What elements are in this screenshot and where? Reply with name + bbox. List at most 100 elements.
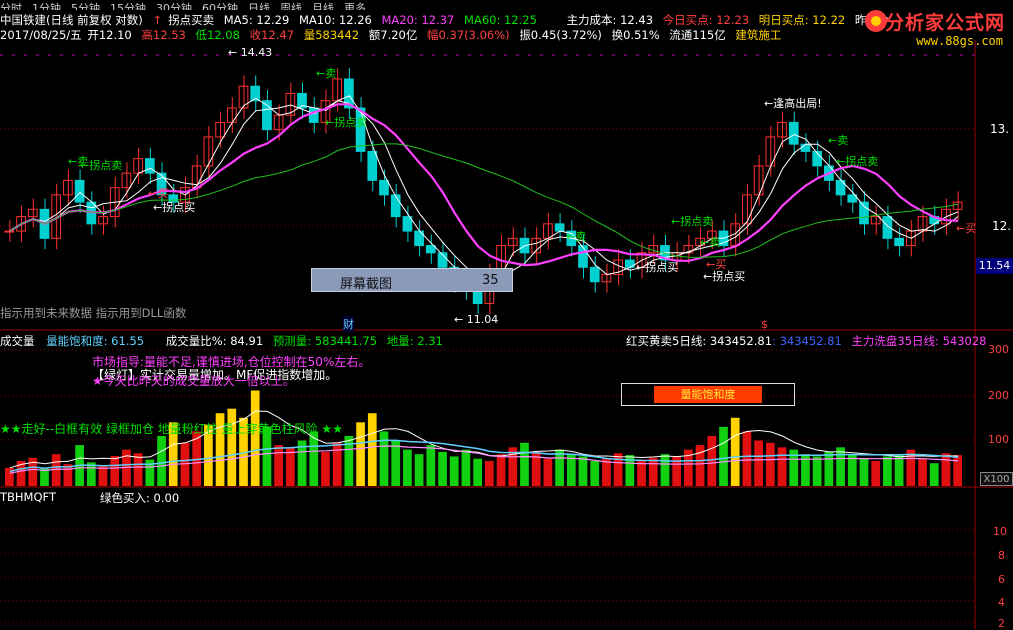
volume-bar-73 (859, 458, 869, 486)
sell-label-4: ←卖 (828, 134, 849, 147)
volume-ground: 地量: 2.31 (386, 334, 443, 348)
period-0[interactable]: 分时 (0, 2, 22, 10)
high-label: ← 14.43 (228, 46, 273, 59)
quote-float: 流通115亿 (669, 28, 726, 42)
volume-bar-71 (836, 447, 845, 486)
volume-bar-39 (461, 449, 471, 486)
volume-ratio: 成交量比%: 84.91 (165, 334, 264, 348)
volume-bar-66 (777, 447, 787, 486)
volume-bar-36 (426, 445, 436, 486)
period-5[interactable]: 60分钟 (202, 2, 238, 10)
candle-body-31 (367, 150, 378, 181)
screenshot-value: 35 (482, 273, 499, 288)
logo-icon (865, 10, 887, 32)
candle-body-6 (74, 179, 85, 203)
volume-bar-69 (812, 456, 822, 486)
volume-bar-79 (929, 463, 939, 486)
bottom-axis-2: 2 (998, 617, 1005, 630)
candle-body-50 (589, 266, 600, 283)
period-7[interactable]: 周线 (280, 2, 302, 10)
volume-bar-50 (590, 460, 600, 486)
period-6[interactable]: 日线 (248, 2, 270, 10)
volume-bar-51 (602, 458, 611, 486)
inflect-sell-4: ←拐点卖 (836, 155, 879, 168)
quote-amount: 额7.20亿 (368, 28, 418, 42)
candle-body-73 (859, 201, 869, 225)
sell-label-5: ←卖 (700, 236, 721, 249)
volume-bar-78 (918, 458, 927, 486)
candle-body-76 (894, 237, 904, 247)
bottom-axis-4: 4 (998, 596, 1005, 609)
ma20: MA20: 12.37 (381, 13, 455, 27)
main-cost: 主力成本: 12.43 (566, 13, 654, 27)
candle-body-0 (4, 230, 15, 233)
quote-change: 幅0.37(3.06%) (427, 28, 510, 42)
candle-body-32 (379, 179, 389, 196)
volume-bar-55 (648, 457, 658, 486)
period-3[interactable]: 15分钟 (110, 2, 146, 10)
quote-industry: 建筑施工 (735, 28, 782, 42)
volume-bar-30 (356, 422, 365, 486)
period-1[interactable]: 1分钟 (32, 2, 61, 10)
volume-bar-70 (824, 451, 834, 486)
screenshot-tag[interactable]: 屏幕截图 35 (311, 268, 513, 292)
inflect-buy-3: ←拐点买 (703, 270, 746, 283)
volume-bar-52 (613, 453, 623, 486)
volume-bar-80 (941, 453, 951, 486)
volume-bar-65 (765, 442, 775, 486)
volume-bar-34 (403, 449, 412, 486)
quote-volume: 量583442 (303, 28, 360, 42)
inflect-sell-1: ←拐点卖 (80, 159, 123, 172)
volume-bar-44 (520, 442, 529, 486)
tomorrow-buy: 明日买点: 12.22 (758, 13, 846, 27)
candle-body-26 (308, 107, 319, 123)
bottom-axis-10: 10 (993, 525, 1007, 538)
current-price-tag: 11.54 (976, 258, 1013, 274)
volume-bar-49 (578, 456, 588, 486)
saturation-warning: 量能饱和度 (654, 386, 762, 403)
quote-date: 2017/08/25/五 (0, 28, 82, 42)
ma60: MA60: 12.25 (464, 13, 537, 27)
volume-bar-42 (496, 454, 506, 486)
volume-saturation: 量能饱和度: 61.55 (46, 334, 145, 348)
today-buy: 今日买点: 12.23 (662, 13, 750, 27)
volume-bar-56 (660, 454, 670, 486)
period-2[interactable]: 5分钟 (71, 2, 100, 10)
sell-label-1: ←卖 (316, 67, 337, 80)
volume-bar-35 (414, 454, 424, 486)
quote-open: 开12.10 (87, 28, 132, 42)
vol-axis-200: 200 (988, 389, 1009, 402)
candle-body-68 (800, 143, 811, 152)
volume-bar-60 (707, 435, 717, 486)
volume-scale: X100 (980, 472, 1013, 486)
candle-body-49 (578, 245, 588, 268)
volume-bar-64 (754, 440, 763, 486)
signal-label: 拐点买卖 (168, 13, 215, 27)
wash-line: 主力洗盘35日线: 543028 (851, 334, 987, 348)
period-toolbar: 分时 1分钟 5分钟 15分钟 30分钟 60分钟 日线 周线 月线 更多 (0, 0, 376, 10)
candle-body-12 (144, 158, 155, 174)
volume-bar-63 (742, 431, 752, 486)
sell-label-3: ←卖 (566, 230, 587, 243)
period-9[interactable]: 更多 (344, 2, 366, 10)
period-8[interactable]: 月线 (312, 2, 334, 10)
inflect-buy-1: ←拐点买 (153, 201, 196, 214)
candle-body-34 (402, 216, 413, 232)
quote-high: 高12.53 (141, 28, 186, 42)
volume-bar-75 (883, 456, 892, 486)
volume-bar-8 (98, 465, 108, 486)
financial-marker: 财 (343, 316, 354, 332)
volume-header: 成交量 量能饱和度: 61.55 成交量比%: 84.91 预测量: 58344… (0, 333, 443, 349)
volume-forecast: 预测量: 583441.75 (272, 334, 378, 348)
header-line1: 中国铁建(日线 前复权 对数) ↑ 拐点买卖 MA5: 12.29 MA10: 1… (0, 12, 895, 28)
up-arrow-icon: ↑ (152, 13, 163, 27)
stock-name: 中国铁建(日线 前复权 对数) (0, 13, 143, 27)
volume-bar-61 (719, 426, 728, 486)
volume-bar-23 (274, 445, 283, 486)
screenshot-label: 屏幕截图 (340, 277, 393, 292)
period-4[interactable]: 30分钟 (156, 2, 192, 10)
quote-line: 2017/08/25/五 开12.10 高12.53 低12.08 收12.47… (0, 27, 787, 43)
volume-bar-27 (321, 451, 330, 486)
candle-body-36 (425, 245, 436, 254)
volume-bar-21 (250, 390, 260, 486)
